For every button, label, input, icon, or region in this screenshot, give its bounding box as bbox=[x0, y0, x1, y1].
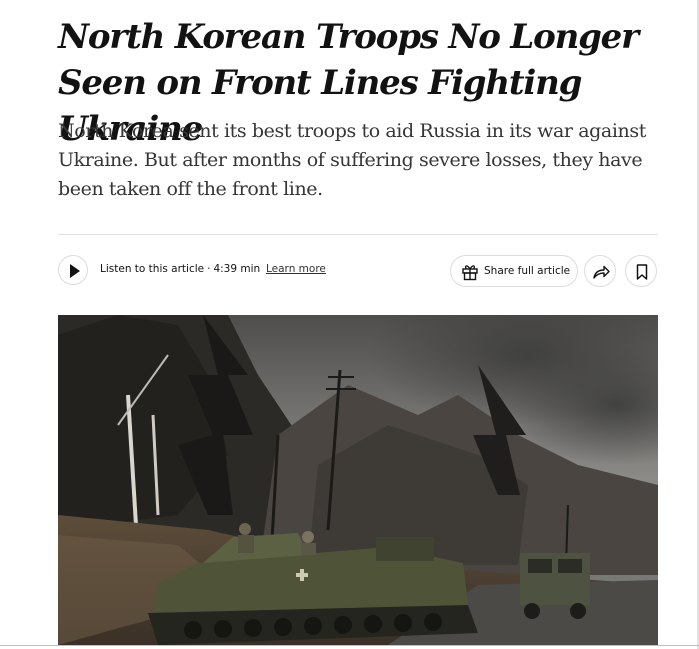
play-icon bbox=[70, 264, 80, 278]
learn-more-link[interactable]: Learn more bbox=[266, 263, 326, 275]
viewport-bottom-edge bbox=[0, 645, 699, 646]
listen-label: Listen to this article bbox=[100, 263, 205, 275]
listen-info: Listen to this article · 4:39 min bbox=[100, 263, 260, 275]
listen-separator: · bbox=[207, 263, 211, 275]
share-button[interactable] bbox=[584, 255, 616, 287]
gift-icon bbox=[462, 265, 478, 281]
save-bookmark-button[interactable] bbox=[625, 255, 657, 287]
share-arrow-icon bbox=[593, 265, 610, 279]
bookmark-icon bbox=[636, 264, 648, 280]
article-summary: North Korea sent its best troops to aid … bbox=[58, 120, 646, 200]
armored-vehicle-photo bbox=[58, 315, 658, 645]
header-divider bbox=[58, 234, 658, 235]
article-lead-photo bbox=[58, 315, 658, 645]
share-full-article-label: Share full article bbox=[484, 265, 571, 277]
audio-duration: 4:39 min bbox=[213, 263, 261, 275]
share-full-article-button[interactable]: Share full article bbox=[450, 255, 578, 287]
article-toolbar: Listen to this article · 4:39 min Learn mo… bbox=[58, 253, 658, 289]
play-audio-button[interactable] bbox=[58, 255, 88, 285]
